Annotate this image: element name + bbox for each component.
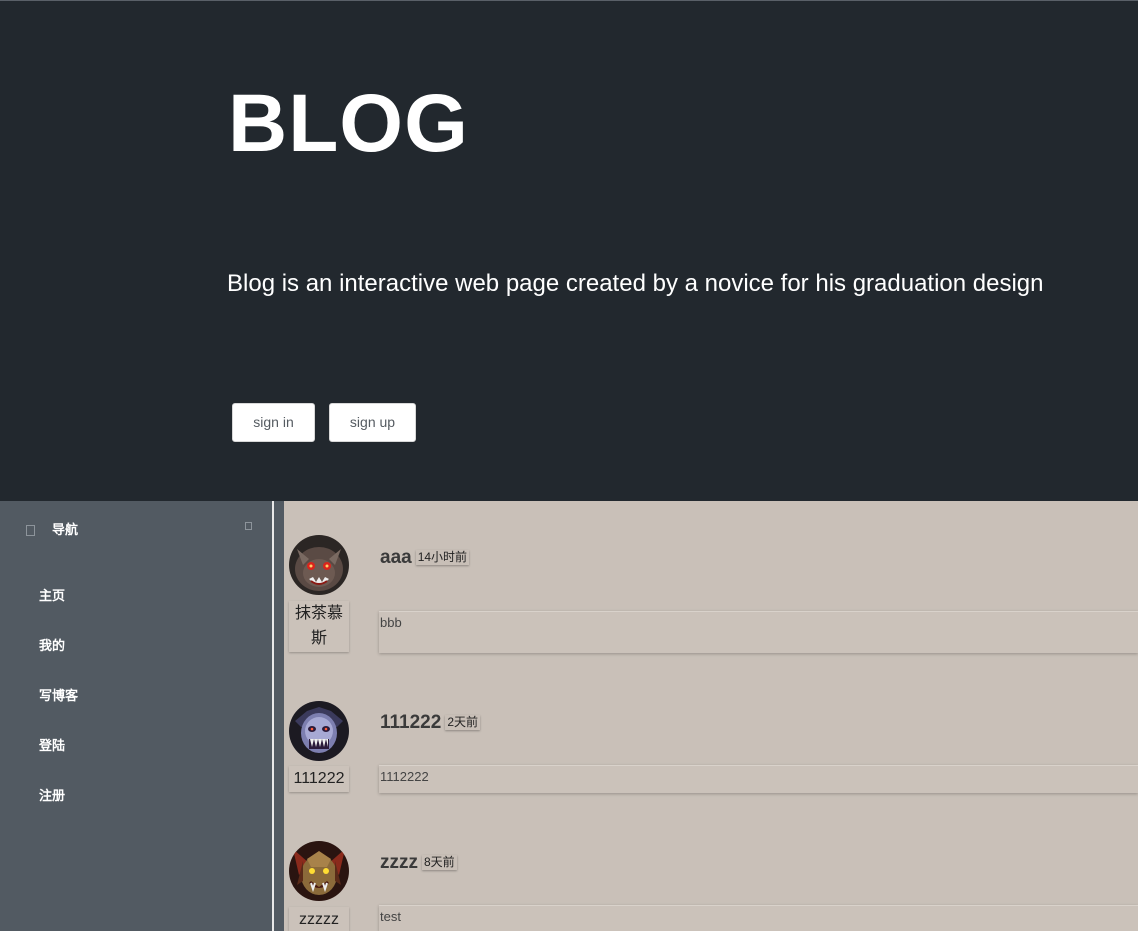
- sidebar-item-register[interactable]: 注册: [39, 787, 65, 805]
- sidebar-item-login[interactable]: 登陆: [39, 737, 65, 755]
- post-title-text[interactable]: zzzz: [380, 852, 418, 873]
- sidebar-nav: [0, 501, 272, 931]
- sign-up-button[interactable]: sign up: [329, 403, 416, 442]
- nav-title: 导航: [52, 522, 79, 537]
- sidebar-item-write-blog[interactable]: 写博客: [39, 687, 78, 705]
- sidebar-item-mine[interactable]: 我的: [39, 637, 65, 655]
- site-subtitle: Blog is an interactive web page created …: [227, 270, 1044, 297]
- site-title: BLOG: [228, 78, 469, 169]
- post-author[interactable]: zzzzz: [289, 907, 349, 931]
- post-author[interactable]: 抹茶慕斯: [289, 601, 349, 652]
- post-body: bbb: [379, 611, 1138, 653]
- collapse-icon[interactable]: [245, 522, 252, 530]
- post-body: test: [379, 905, 1138, 931]
- post-title[interactable]: zzzz 8天前: [380, 851, 457, 875]
- post-time: 2天前: [445, 715, 480, 730]
- hero-banner: BLOG Blog is an interactive web page cre…: [0, 0, 1138, 501]
- post-author[interactable]: 111222: [289, 766, 349, 792]
- post-title-text[interactable]: aaa: [380, 547, 412, 568]
- skull-warrior-avatar-icon[interactable]: [289, 701, 349, 761]
- sidebar-item-home[interactable]: 主页: [39, 587, 65, 605]
- sign-in-button[interactable]: sign in: [232, 403, 315, 442]
- post-title[interactable]: aaa 14小时前: [380, 546, 470, 570]
- post-time: 8天前: [422, 855, 457, 870]
- nav-menu-icon: [26, 525, 35, 536]
- post-time: 14小时前: [415, 550, 470, 565]
- sidebar-edge: [274, 501, 284, 931]
- post-title[interactable]: 111222 2天前: [380, 711, 480, 735]
- post-body: 1112222: [379, 765, 1138, 793]
- orc-warrior-avatar-icon[interactable]: [289, 841, 349, 901]
- red-eyed-beast-avatar-icon[interactable]: [289, 535, 349, 595]
- post-title-text[interactable]: 111222: [380, 712, 441, 733]
